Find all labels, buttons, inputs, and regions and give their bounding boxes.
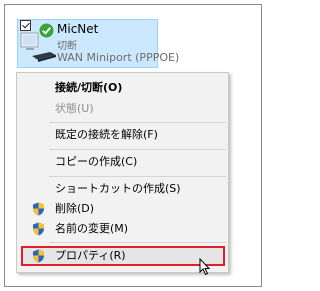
- context-menu: 接続/切断(O) 状態(U) 既定の接続を解除(F) コピーの作成(C) ショー…: [16, 72, 229, 273]
- menu-item-status: 状態(U): [17, 99, 228, 119]
- menu-item-label: 名前の変更(M): [55, 222, 129, 235]
- connection-status: 切断: [57, 41, 77, 52]
- shield-icon: [32, 222, 45, 243]
- menu-item-connect-disconnect[interactable]: 接続/切断(O): [17, 78, 228, 98]
- checkbox-icon[interactable]: [20, 20, 31, 31]
- status-ok-icon: [39, 23, 54, 42]
- shield-icon: [32, 249, 45, 270]
- menu-item-label: 既定の接続を解除(F): [55, 128, 158, 141]
- menu-item-label: ショートカットの作成(S): [55, 182, 181, 195]
- menu-separator: [49, 122, 226, 123]
- menu-item-label: 接続/切断(O): [55, 81, 123, 94]
- menu-item-create-shortcut[interactable]: ショートカットの作成(S): [17, 179, 228, 199]
- menu-item-label: 削除(D): [55, 202, 95, 215]
- menu-item-create-copy[interactable]: コピーの作成(C): [17, 152, 228, 172]
- menu-separator: [49, 176, 226, 177]
- connection-name: MicNet: [57, 22, 99, 36]
- menu-item-label: プロパティ(R): [55, 249, 126, 262]
- menu-item-label: 状態(U): [55, 102, 94, 115]
- mouse-pointer-icon: [199, 257, 211, 280]
- menu-item-remove-default[interactable]: 既定の接続を解除(F): [17, 125, 228, 145]
- menu-item-label: コピーの作成(C): [55, 155, 138, 168]
- menu-separator: [49, 242, 226, 243]
- menu-separator: [49, 149, 226, 150]
- menu-item-properties[interactable]: プロパティ(R): [17, 246, 228, 266]
- menu-item-delete[interactable]: 削除(D): [17, 199, 228, 219]
- connection-device: WAN Miniport (PPPOE): [57, 51, 180, 64]
- menu-item-rename[interactable]: 名前の変更(M): [17, 219, 228, 239]
